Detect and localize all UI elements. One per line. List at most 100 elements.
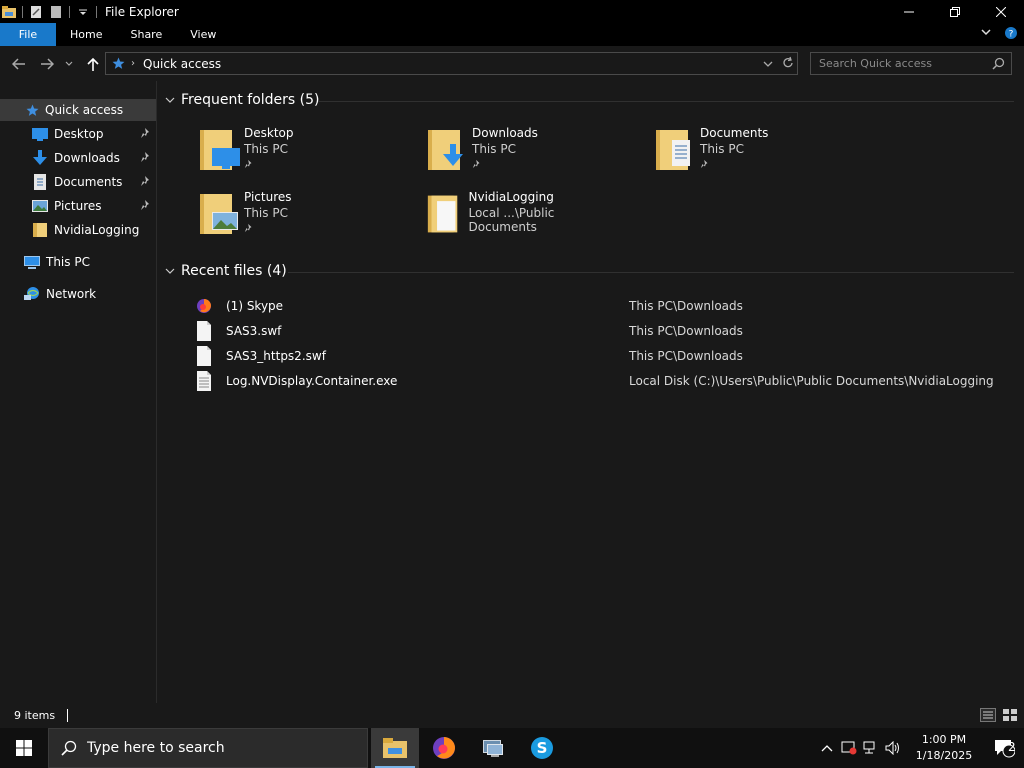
taskbar-app-remote-desktop[interactable] bbox=[469, 728, 517, 768]
folder-tile-documents[interactable]: Documents This PC bbox=[614, 126, 842, 182]
nav-item-network[interactable]: Network bbox=[0, 283, 156, 305]
network-tray-button[interactable] bbox=[863, 740, 879, 756]
chevron-up-icon bbox=[821, 745, 833, 752]
close-button[interactable] bbox=[978, 0, 1024, 23]
ribbon-tabs: File Home Share View ? bbox=[0, 23, 1024, 46]
nav-item-pictures[interactable]: Pictures bbox=[0, 195, 156, 217]
pin-icon[interactable] bbox=[140, 175, 152, 187]
taskbar-search[interactable] bbox=[48, 728, 368, 768]
folder-icon bbox=[33, 223, 47, 237]
folder-tile-nvidialogging[interactable]: NvidiaLogging Local ...\Public Documents bbox=[386, 190, 614, 246]
quick-access-star-icon bbox=[26, 104, 39, 116]
recent-file-row[interactable]: Log.NVDisplay.Container.exe Local Disk (… bbox=[196, 370, 996, 392]
quick-access-star-icon bbox=[112, 57, 125, 69]
chevron-down-icon bbox=[165, 268, 175, 274]
taskbar-search-input[interactable] bbox=[87, 740, 347, 756]
details-view-icon[interactable] bbox=[980, 708, 996, 722]
nav-item-nvidialogging[interactable]: NvidiaLogging bbox=[0, 219, 156, 241]
nav-item-label: Pictures bbox=[54, 199, 102, 213]
recent-files-header[interactable]: Recent files (4) bbox=[164, 263, 287, 279]
recent-file-path: This PC\Downloads bbox=[629, 324, 743, 338]
address-row: › Quick access bbox=[0, 46, 1024, 81]
recent-locations-button[interactable] bbox=[63, 55, 75, 73]
search-box[interactable] bbox=[810, 52, 1012, 75]
ribbon-controls: ? bbox=[980, 26, 1018, 40]
pin-icon bbox=[244, 223, 252, 233]
folder-tile-downloads[interactable]: Downloads This PC bbox=[386, 126, 614, 182]
firefox-file-icon bbox=[197, 299, 211, 313]
taskbar-app-firefox[interactable] bbox=[420, 728, 468, 768]
file-explorer-icon[interactable] bbox=[2, 5, 16, 19]
nav-item-label: NvidiaLogging bbox=[54, 223, 140, 237]
address-history-dropdown-icon[interactable] bbox=[761, 55, 775, 72]
nav-item-desktop[interactable]: Desktop bbox=[0, 123, 156, 145]
customize-toolbar-icon[interactable] bbox=[76, 5, 90, 19]
recent-file-name: SAS3_https2.swf bbox=[226, 349, 326, 363]
expand-ribbon-icon[interactable] bbox=[980, 26, 992, 38]
tab-share[interactable]: Share bbox=[116, 23, 176, 46]
file-icon bbox=[197, 346, 211, 366]
tab-view[interactable]: View bbox=[176, 23, 230, 46]
tab-home[interactable]: Home bbox=[56, 23, 116, 46]
security-tray-button[interactable] bbox=[841, 740, 857, 756]
downloads-folder-icon bbox=[428, 130, 463, 170]
restore-button[interactable] bbox=[932, 0, 978, 23]
recent-file-name: (1) Skype bbox=[226, 299, 284, 313]
nav-item-quick-access[interactable]: Quick access bbox=[0, 99, 156, 121]
recent-file-name: Log.NVDisplay.Container.exe bbox=[226, 374, 398, 388]
nav-item-this-pc[interactable]: This PC bbox=[0, 251, 156, 273]
show-hidden-icons-button[interactable] bbox=[819, 740, 835, 756]
taskbar-app-skype[interactable]: S bbox=[518, 728, 566, 768]
forward-button[interactable] bbox=[38, 55, 56, 73]
volume-tray-button[interactable] bbox=[885, 740, 901, 756]
start-button[interactable] bbox=[0, 728, 48, 768]
pin-icon[interactable] bbox=[140, 151, 152, 163]
minimize-button[interactable] bbox=[886, 0, 932, 23]
recent-file-row[interactable]: SAS3_https2.swf This PC\Downloads bbox=[196, 345, 996, 367]
frequent-folders-header[interactable]: Frequent folders (5) bbox=[164, 92, 320, 108]
nav-item-documents[interactable]: Documents bbox=[0, 171, 156, 193]
search-input[interactable] bbox=[819, 57, 989, 70]
toolbar-separator bbox=[22, 5, 23, 18]
search-icon[interactable] bbox=[992, 57, 1005, 70]
up-arrow-icon bbox=[87, 57, 99, 71]
documents-icon bbox=[34, 174, 46, 190]
folder-name: Downloads bbox=[472, 126, 538, 140]
breadcrumb-quick-access[interactable]: Quick access bbox=[143, 57, 221, 71]
back-arrow-icon bbox=[12, 58, 25, 70]
clock[interactable]: 1:00 PM 1/18/2025 bbox=[904, 732, 984, 764]
toolbar-separator bbox=[69, 5, 70, 18]
recent-file-row[interactable]: SAS3.swf This PC\Downloads bbox=[196, 320, 996, 342]
up-button[interactable] bbox=[84, 55, 102, 73]
network-wired-icon bbox=[863, 741, 875, 754]
folder-tile-desktop[interactable]: Desktop This PC bbox=[158, 126, 386, 182]
back-button[interactable] bbox=[10, 55, 28, 73]
nav-item-downloads[interactable]: Downloads bbox=[0, 147, 156, 169]
folder-location: This PC bbox=[244, 142, 288, 156]
tab-file[interactable]: File bbox=[0, 23, 56, 46]
refresh-icon[interactable] bbox=[781, 55, 795, 72]
documents-folder-icon bbox=[656, 130, 690, 170]
large-icons-view-icon[interactable] bbox=[1002, 708, 1018, 722]
action-center-button[interactable]: 2 bbox=[984, 728, 1024, 768]
breadcrumb-separator[interactable]: › bbox=[131, 58, 135, 69]
pin-icon[interactable] bbox=[140, 199, 152, 211]
recent-file-row[interactable]: (1) Skype This PC\Downloads bbox=[196, 295, 996, 317]
properties-icon[interactable] bbox=[29, 5, 43, 19]
pin-icon[interactable] bbox=[140, 127, 152, 139]
nav-item-label: Network bbox=[46, 287, 97, 301]
minimize-icon bbox=[904, 11, 914, 12]
firefox-icon bbox=[433, 737, 455, 759]
group-header-label: Frequent folders (5) bbox=[181, 92, 320, 108]
folder-location: This PC bbox=[472, 142, 516, 156]
folder-tile-pictures[interactable]: Pictures This PC bbox=[158, 190, 386, 246]
folder-name: Documents bbox=[700, 126, 769, 140]
pin-icon bbox=[244, 159, 252, 169]
help-icon[interactable]: ? bbox=[1004, 26, 1018, 40]
this-pc-icon bbox=[24, 256, 40, 269]
new-folder-icon[interactable] bbox=[49, 5, 63, 19]
taskbar-app-file-explorer[interactable] bbox=[371, 728, 419, 768]
address-bar[interactable]: › Quick access bbox=[105, 52, 798, 75]
svg-text:?: ? bbox=[1009, 30, 1014, 40]
content-pane: Frequent folders (5) Desktop This PC Dow… bbox=[158, 81, 1024, 703]
